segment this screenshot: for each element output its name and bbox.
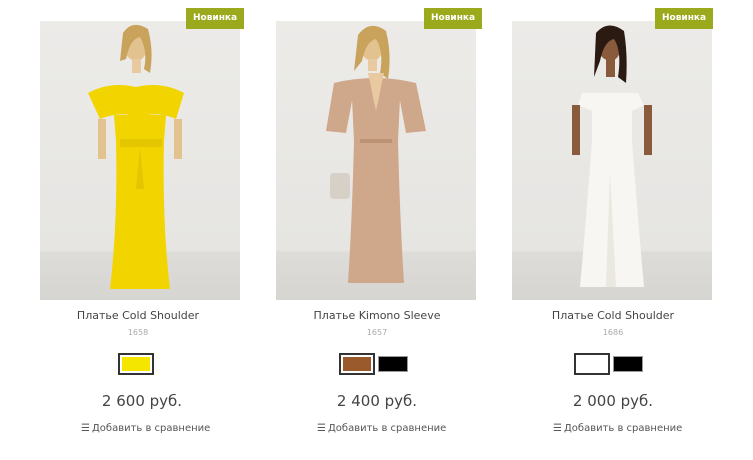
dress-figure-white — [572, 25, 652, 287]
compare-label: Добавить в сравнение — [327, 423, 447, 434]
add-to-compare-link[interactable]: ☰ Добавить в сравнение — [553, 423, 682, 434]
color-swatch-yellow[interactable] — [118, 353, 154, 375]
product-card: Новинка Платье Cold Shoulder 1686 2 000 … — [495, 0, 731, 460]
compare-label: Добавить в сравнение — [563, 423, 683, 434]
new-badge: Новинка — [186, 8, 245, 29]
product-sku: 1686 — [602, 328, 624, 337]
color-swatches — [339, 353, 408, 376]
product-image[interactable] — [40, 21, 240, 300]
product-card: Новинка Платье Cold Shoulder 1658 2 600 … — [0, 0, 245, 460]
product-card: Новинка Платье Kimono Sleeve 1657 2 400 … — [259, 0, 495, 460]
product-price: 2 000 руб. — [572, 392, 654, 410]
product-title[interactable]: Платье Cold Shoulder — [495, 309, 731, 322]
product-price: 2 600 руб. — [101, 392, 183, 410]
list-icon: ☰ — [317, 423, 326, 434]
new-badge: Новинка — [655, 8, 714, 29]
color-swatch-white[interactable] — [574, 353, 610, 375]
dress-figure-beige — [326, 25, 426, 283]
product-image[interactable] — [512, 21, 712, 300]
product-sku: 1657 — [366, 328, 388, 337]
add-to-compare-link[interactable]: ☰ Добавить в сравнение — [317, 423, 446, 434]
add-to-compare-link[interactable]: ☰ Добавить в сравнение — [81, 423, 210, 434]
dress-figure-yellow — [88, 24, 184, 289]
list-icon: ☰ — [81, 423, 90, 434]
color-swatch-brown[interactable] — [339, 353, 375, 375]
product-price: 2 400 руб. — [336, 392, 418, 410]
color-swatch-black[interactable] — [613, 356, 643, 372]
list-icon: ☰ — [553, 423, 562, 434]
product-image[interactable] — [276, 21, 476, 300]
product-title[interactable]: Платье Cold Shoulder — [0, 309, 276, 322]
color-swatches — [574, 353, 643, 376]
product-sku: 1658 — [127, 328, 149, 337]
product-title[interactable]: Платье Kimono Sleeve — [259, 309, 495, 322]
color-swatches — [118, 353, 154, 376]
compare-label: Добавить в сравнение — [91, 423, 211, 434]
color-swatch-black[interactable] — [378, 356, 408, 372]
product-grid: Новинка Платье Cold Shoulder 1658 2 600 … — [0, 0, 753, 460]
new-badge: Новинка — [424, 8, 483, 29]
